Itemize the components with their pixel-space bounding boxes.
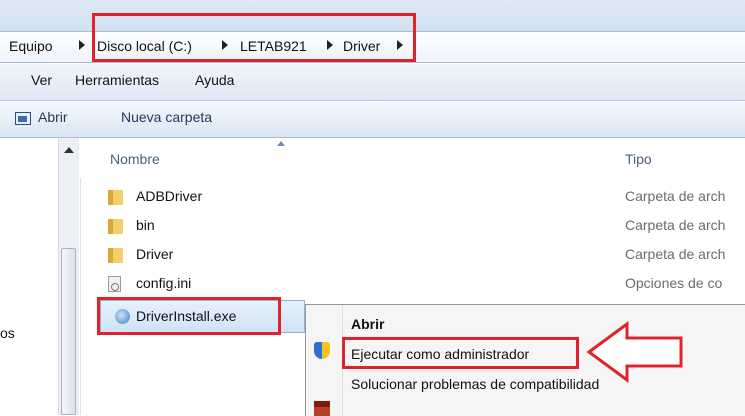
file-type: Opciones de co (625, 275, 723, 291)
menu-item-troubleshoot-compatibility[interactable]: Solucionar problemas de compatibilidad (351, 376, 599, 392)
menu-herramientas[interactable]: Herramientas (75, 72, 159, 88)
column-name[interactable]: Nombre (110, 151, 160, 167)
folder-icon (108, 219, 123, 234)
menu-ver[interactable]: Ver (31, 72, 52, 88)
column-header: Nombre Tipo (80, 138, 745, 178)
file-name: config.ini (136, 275, 192, 291)
file-type: Carpeta de arch (625, 246, 726, 262)
breadcrumb-equipo[interactable]: Equipo (9, 38, 53, 54)
file-row[interactable]: config.ini Opciones de co (80, 274, 745, 296)
column-type[interactable]: Tipo (625, 151, 652, 167)
file-name: Driver (136, 246, 174, 262)
file-row[interactable]: ADBDriver Carpeta de arch (80, 187, 745, 209)
highlight-run-as-admin-box (342, 337, 579, 369)
menu-item-icon (314, 401, 330, 416)
open-button[interactable]: Abrir (38, 109, 68, 125)
menu-item-open[interactable]: Abrir (351, 316, 384, 332)
nav-item-label[interactable]: os (0, 325, 15, 341)
menu-ayuda[interactable]: Ayuda (195, 72, 234, 88)
uac-shield-icon (314, 342, 330, 359)
file-row[interactable]: bin Carpeta de arch (80, 216, 745, 238)
scroll-up-icon[interactable] (64, 147, 74, 153)
toolbar: Abrir Nueva carpeta (0, 101, 745, 138)
file-name: bin (136, 217, 155, 233)
file-type: Carpeta de arch (625, 188, 726, 204)
open-icon (15, 112, 31, 125)
folder-icon (108, 248, 123, 263)
nav-scrollbar[interactable] (58, 138, 79, 415)
config-file-icon (108, 276, 121, 292)
file-row[interactable]: Driver Carpeta de arch (80, 245, 745, 267)
breadcrumb-separator-icon[interactable] (79, 40, 85, 50)
file-type: Carpeta de arch (625, 217, 726, 233)
callout-arrow-icon (586, 321, 683, 383)
sort-ascending-icon (277, 141, 285, 146)
menu-bar: Ver Herramientas Ayuda (0, 64, 745, 101)
highlight-breadcrumb-box (92, 13, 416, 62)
folder-icon (108, 190, 123, 205)
new-folder-button[interactable]: Nueva carpeta (121, 109, 212, 125)
scroll-thumb[interactable] (61, 248, 76, 415)
file-name: ADBDriver (136, 188, 203, 204)
highlight-file-box (97, 297, 281, 335)
